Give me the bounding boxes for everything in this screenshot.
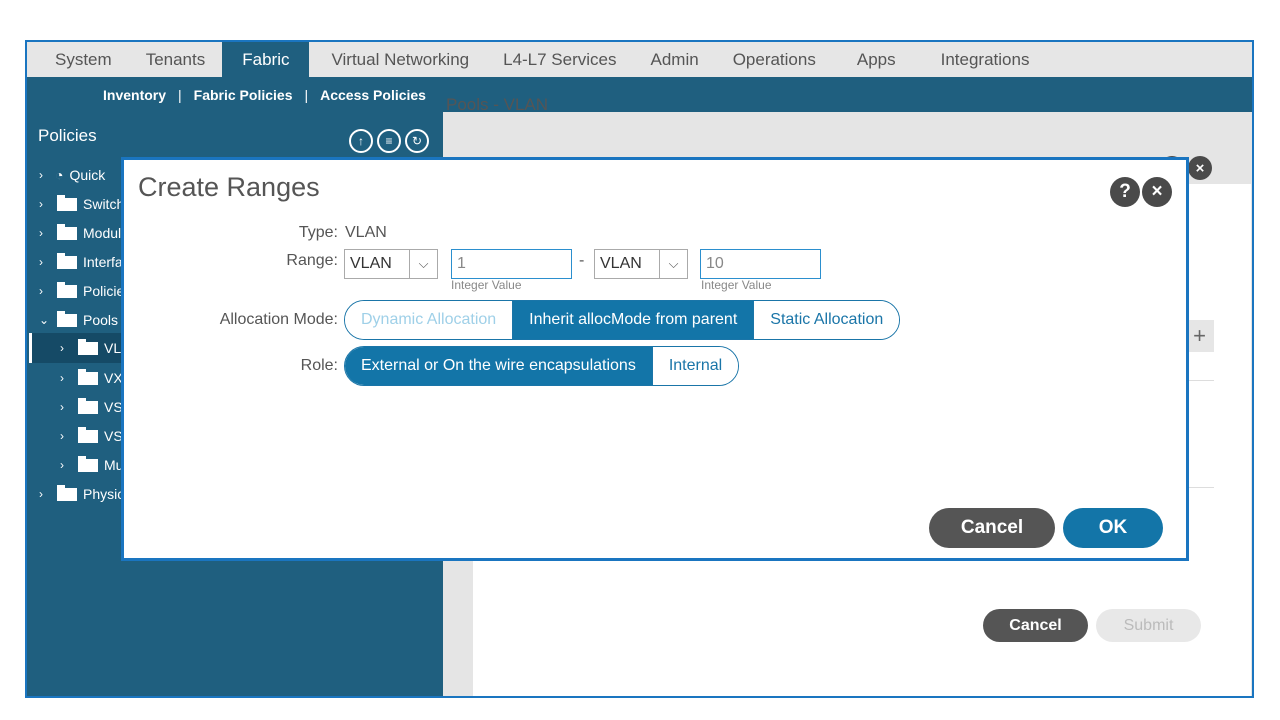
range-to-input[interactable]: 10 — [700, 249, 821, 279]
range-label: Range: — [286, 252, 338, 269]
allocation-dynamic-option[interactable]: Dynamic Allocation — [345, 301, 513, 339]
sidebar-title: Policies — [38, 126, 97, 145]
folder-icon — [78, 455, 98, 472]
allocation-mode-toggle: Dynamic Allocation Inherit allocMode fro… — [344, 300, 901, 340]
chevron-right-icon: › — [60, 371, 64, 385]
cancel-button[interactable]: Cancel — [929, 508, 1055, 548]
tree-item-label: Switch — [83, 196, 125, 212]
folder-icon — [57, 252, 77, 269]
help-icon[interactable]: ? — [1110, 177, 1140, 207]
tab-tenants[interactable]: Tenants — [129, 42, 223, 77]
subnav-fabric-policies[interactable]: Fabric Policies — [194, 87, 293, 103]
tree-item-label: VL — [104, 340, 122, 356]
range-to-select[interactable]: VLAN ⌵ — [594, 249, 688, 279]
background-submit-button[interactable]: Submit — [1096, 609, 1201, 642]
close-icon[interactable]: × — [1188, 156, 1212, 180]
tree-item-label: Policie — [83, 283, 125, 299]
allocation-mode-label: Allocation Mode: — [219, 311, 338, 328]
chevron-right-icon: › — [39, 284, 43, 298]
chevron-right-icon: › — [39, 168, 43, 182]
chevron-down-icon: ⌵ — [659, 250, 687, 278]
chevron-down-icon: ⌵ — [409, 250, 437, 278]
tree-item-label: Modul — [83, 225, 122, 241]
role-label: Role: — [300, 357, 338, 374]
role-internal-option[interactable]: Internal — [651, 347, 739, 385]
ok-button[interactable]: OK — [1063, 508, 1163, 548]
tree-item-vlan[interactable]: › VL — [29, 333, 123, 363]
tab-operations[interactable]: Operations — [716, 42, 833, 77]
sub-navigation: Inventory | Fabric Policies | Access Pol… — [27, 77, 1252, 112]
range-to-hint: Integer Value — [701, 278, 772, 292]
chevron-right-icon: › — [60, 458, 64, 472]
dialog-title: Create Ranges — [138, 172, 320, 202]
chevron-right-icon: › — [60, 341, 64, 355]
tab-l4-l7-services[interactable]: L4-L7 Services — [486, 42, 633, 77]
chevron-right-icon: › — [39, 226, 43, 240]
tab-system[interactable]: System — [27, 42, 129, 77]
type-value: VLAN — [345, 224, 387, 241]
folder-icon — [78, 368, 98, 385]
range-dash: - — [579, 252, 585, 269]
range-from-select-value: VLAN — [350, 255, 392, 272]
folder-icon — [57, 310, 77, 327]
role-toggle: External or On the wire encapsulations I… — [344, 346, 740, 386]
chevron-right-icon: › — [60, 400, 64, 414]
folder-icon — [57, 223, 77, 240]
tree-item-label: VS — [104, 399, 123, 415]
folder-icon — [57, 194, 77, 211]
close-icon[interactable]: × — [1142, 177, 1172, 207]
tree-item-label: Quick — [69, 167, 106, 183]
quick-start-icon: ◔ — [55, 167, 64, 183]
tree-item-label: VX — [104, 370, 123, 386]
top-tab-bar: System Tenants Fabric Virtual Networking… — [27, 42, 1252, 77]
folder-icon — [57, 281, 77, 298]
tree-item-label: Physic — [83, 486, 125, 502]
pools-title: Pools - VLAN — [446, 95, 549, 114]
chevron-right-icon: › — [39, 255, 43, 269]
folder-icon — [57, 484, 77, 501]
folder-icon — [78, 426, 98, 443]
allocation-static-option[interactable]: Static Allocation — [753, 301, 900, 339]
tab-apps[interactable]: Apps — [833, 42, 924, 77]
chevron-right-icon: › — [60, 429, 64, 443]
chevron-right-icon: › — [39, 197, 43, 211]
range-from-input[interactable]: 1 — [451, 249, 572, 279]
role-external-option[interactable]: External or On the wire encapsulations — [345, 347, 652, 385]
pin-icon[interactable]: ↑ — [349, 129, 373, 153]
subnav-inventory[interactable]: Inventory — [103, 87, 166, 103]
type-label: Type: — [298, 224, 338, 241]
sidebar-toolbar: ↑ ≡ ↻ — [349, 129, 429, 153]
tab-admin[interactable]: Admin — [634, 42, 716, 77]
dialog-controls: ? × — [1110, 177, 1172, 207]
range-to-select-value: VLAN — [600, 255, 642, 272]
tab-integrations[interactable]: Integrations — [924, 42, 1047, 77]
folder-icon — [78, 338, 98, 355]
allocation-inherit-option[interactable]: Inherit allocMode from parent — [512, 301, 754, 339]
filter-icon[interactable]: ≡ — [377, 129, 401, 153]
subnav-separator: | — [178, 86, 182, 103]
tab-virtual-networking[interactable]: Virtual Networking — [309, 42, 486, 77]
subnav-separator: | — [304, 86, 309, 103]
subnav-access-policies[interactable]: Access Policies — [320, 87, 426, 103]
chevron-right-icon: › — [39, 487, 43, 501]
add-icon[interactable]: + — [1193, 323, 1206, 349]
range-from-hint: Integer Value — [451, 278, 522, 292]
background-cancel-button[interactable]: Cancel — [983, 609, 1088, 642]
refresh-icon[interactable]: ↻ — [405, 129, 429, 153]
chevron-down-icon: ⌄ — [39, 313, 50, 327]
tree-item-label: VS — [104, 428, 123, 444]
tree-item-label: Pools — [83, 312, 119, 328]
range-from-select[interactable]: VLAN ⌵ — [344, 249, 438, 279]
create-ranges-dialog: Create Ranges ? × Type: VLAN Range: VLAN… — [121, 157, 1189, 561]
tree-item-label: Interfa — [83, 254, 123, 270]
folder-icon — [78, 397, 98, 414]
tab-fabric[interactable]: Fabric — [222, 42, 310, 77]
